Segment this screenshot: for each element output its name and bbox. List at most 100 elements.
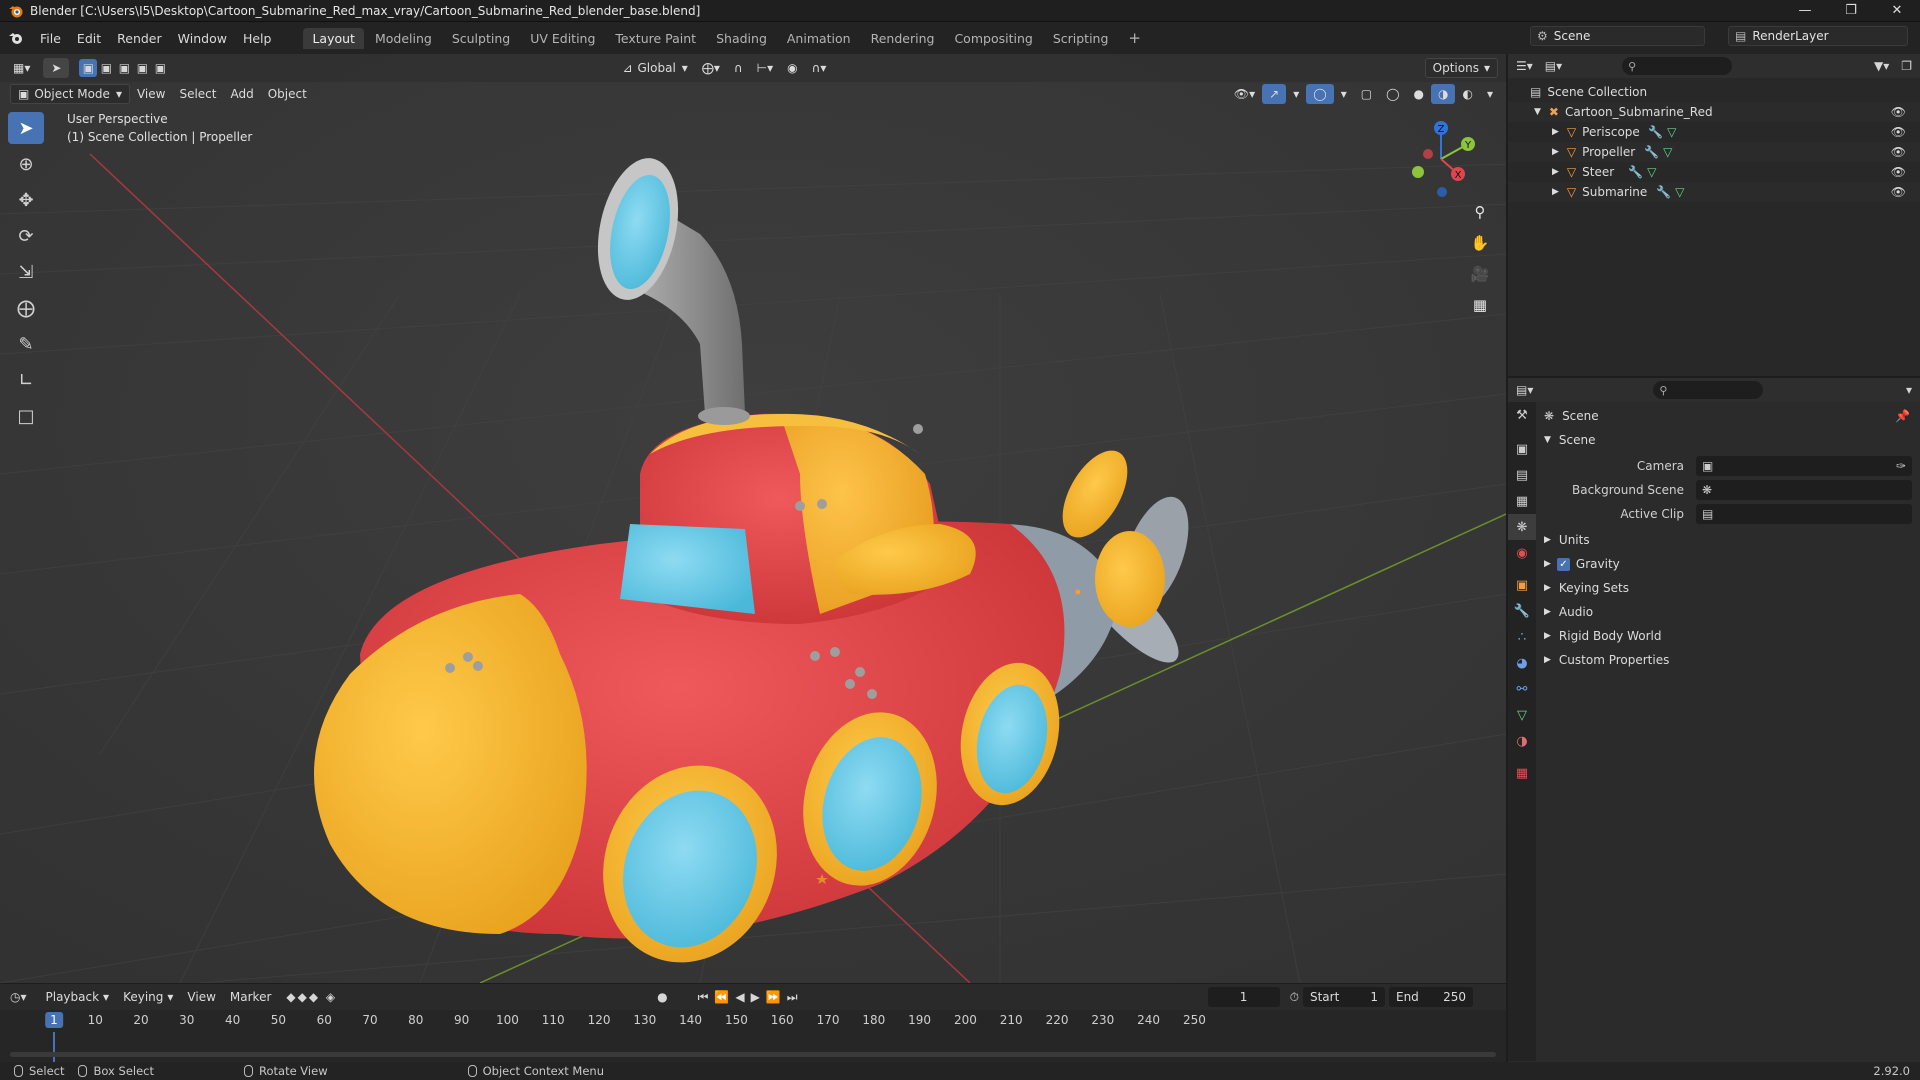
outliner-search-input[interactable]: ⚲ xyxy=(1622,57,1733,75)
pan-hand-icon[interactable]: ✋ xyxy=(1466,229,1494,257)
options-dropdown[interactable]: Options ▾ xyxy=(1424,58,1498,78)
gizmo-toggle[interactable]: ↗ xyxy=(1262,84,1287,104)
tab-particles[interactable]: ∴ xyxy=(1508,624,1536,650)
play-reverse-button[interactable]: ◀ xyxy=(735,990,744,1004)
tab-scene[interactable]: ❋ xyxy=(1508,514,1536,540)
play-button[interactable]: ▶ xyxy=(751,990,760,1004)
jump-end-button[interactable]: ⏭ xyxy=(787,990,798,1005)
new-collection-icon[interactable]: ❐ xyxy=(1901,59,1912,73)
editor-type-button[interactable]: ▦▾ xyxy=(6,58,37,78)
prev-keyframe-button[interactable]: ⏪ xyxy=(714,990,729,1004)
tab-rendering[interactable]: Rendering xyxy=(862,28,944,49)
tab-world[interactable]: ◉ xyxy=(1508,540,1536,566)
menu-file[interactable]: File xyxy=(32,31,69,46)
zoom-icon[interactable]: ⚲ xyxy=(1466,198,1494,226)
snap-target-dropdown[interactable]: ⊢▾ xyxy=(750,58,780,78)
tab-render[interactable]: ▣ xyxy=(1508,436,1536,462)
tab-compositing[interactable]: Compositing xyxy=(945,28,1041,49)
tab-tool[interactable]: ⚒ xyxy=(1508,402,1536,428)
tab-texture-paint[interactable]: Texture Paint xyxy=(606,28,705,49)
box-mode-extend-icon[interactable]: ▣ xyxy=(97,59,115,77)
display-mode-icon[interactable]: ▤▾ xyxy=(1545,59,1562,73)
pin-icon[interactable]: 📌 xyxy=(1895,409,1910,423)
overlays-dropdown[interactable]: ▾ xyxy=(1334,84,1354,104)
proportional-edit-toggle[interactable]: ◉ xyxy=(780,58,804,78)
properties-editor-icon[interactable]: ▤▾ xyxy=(1516,383,1533,397)
visibility-eye-icon[interactable]: 👁 xyxy=(1891,145,1906,159)
timeline-view-menu[interactable]: View xyxy=(180,987,222,1007)
properties-search-input[interactable]: ⚲ xyxy=(1653,381,1764,399)
gizmo-neg-x-handle[interactable] xyxy=(1423,149,1433,159)
tab-output[interactable]: ▤ xyxy=(1508,462,1536,488)
tool-scale[interactable]: ⇲ xyxy=(8,256,44,288)
3d-viewport[interactable]: ▦▾ ➤ ▣ ▣ ▣ ▣ ▣ ⊿ Global ▾ ⨁▾ ∩ ⊢▾ ◉ ∩▾ O… xyxy=(0,54,1506,983)
expand-arrow-icon[interactable]: ▶ xyxy=(1552,187,1559,197)
visibility-eye-icon[interactable]: 👁 xyxy=(1891,185,1906,199)
object-mode-dropdown[interactable]: ▣ Object Mode ▾ xyxy=(10,84,130,104)
visibility-eye-icon[interactable]: 👁 xyxy=(1891,125,1906,139)
tool-annotate[interactable]: ✎ xyxy=(8,328,44,360)
timeline-ruler[interactable]: 1 10 20 30 40 50 60 70 80 90 100 110 120 130 140 150 16… xyxy=(0,1010,1506,1032)
panel-audio[interactable]: ▶ Audio xyxy=(1536,600,1920,624)
stopwatch-icon[interactable]: ⏱ xyxy=(1290,990,1299,1005)
shading-wireframe[interactable]: ◯ xyxy=(1379,84,1406,104)
menu-window[interactable]: Window xyxy=(170,31,235,46)
keyframe-icons[interactable]: ◆◆◆ ◈ xyxy=(286,990,337,1004)
end-frame-field[interactable]: End 250 xyxy=(1388,987,1473,1007)
menu-render[interactable]: Render xyxy=(109,31,170,46)
gravity-checkbox[interactable]: ✓ xyxy=(1556,557,1570,571)
shading-material[interactable]: ◑ xyxy=(1431,84,1456,104)
tab-data[interactable]: ▽ xyxy=(1508,702,1536,728)
tool-move[interactable]: ✥ xyxy=(8,184,44,216)
xray-toggle[interactable]: ▢ xyxy=(1354,84,1379,104)
timeline-scrollbar[interactable] xyxy=(10,1052,1496,1057)
tool-select-box[interactable]: ➤ xyxy=(8,112,44,144)
current-frame-marker[interactable]: 1 xyxy=(45,1012,63,1028)
tool-transform[interactable]: ⨁ xyxy=(8,292,44,324)
panel-scene-header[interactable]: ▼ Scene xyxy=(1536,428,1920,452)
expand-arrow-icon[interactable]: ▼ xyxy=(1534,107,1541,117)
menu-view[interactable]: View xyxy=(130,84,172,104)
close-window-button[interactable]: ✕ xyxy=(1874,0,1920,22)
select-mode-button[interactable]: ➤ xyxy=(43,58,70,78)
tab-modeling[interactable]: Modeling xyxy=(366,28,441,49)
panel-custom-properties[interactable]: ▶ Custom Properties xyxy=(1536,648,1920,672)
blender-menu-icon[interactable] xyxy=(0,30,32,46)
playback-menu[interactable]: Playback ▾ xyxy=(39,987,117,1007)
outliner-row-scene-collection[interactable]: ▤ Scene Collection xyxy=(1508,82,1920,102)
tab-scripting[interactable]: Scripting xyxy=(1044,28,1118,49)
tab-view-layer[interactable]: ▦ xyxy=(1508,488,1536,514)
tab-sculpting[interactable]: Sculpting xyxy=(443,28,519,49)
tab-texture[interactable]: ▦ xyxy=(1508,760,1536,786)
tool-add-cube[interactable]: □ xyxy=(8,400,44,432)
menu-add[interactable]: Add xyxy=(223,84,260,104)
shading-solid[interactable]: ● xyxy=(1407,84,1431,104)
menu-select[interactable]: Select xyxy=(172,84,223,104)
tab-uv-editing[interactable]: UV Editing xyxy=(521,28,604,49)
pivot-point-dropdown[interactable]: ⨁▾ xyxy=(695,58,727,78)
visibility-eye-icon[interactable]: 👁 xyxy=(1891,165,1906,179)
menu-help[interactable]: Help xyxy=(235,31,280,46)
background-scene-field[interactable]: ❋ xyxy=(1696,480,1912,500)
box-mode-invert-icon[interactable]: ▣ xyxy=(133,59,151,77)
start-frame-field[interactable]: Start 1 xyxy=(1302,987,1385,1007)
current-frame-field[interactable]: 1 xyxy=(1207,987,1280,1007)
visibility-dropdown[interactable]: 👁▾ xyxy=(1227,84,1262,104)
camera-field[interactable]: ▣ ✑ xyxy=(1696,456,1912,476)
timeline-scrub-area[interactable] xyxy=(0,1032,1506,1062)
tab-shading[interactable]: Shading xyxy=(707,28,776,49)
eyedropper-icon[interactable]: ✑ xyxy=(1896,459,1906,473)
tab-modifiers[interactable]: 🔧 xyxy=(1508,598,1536,624)
expand-arrow-icon[interactable]: ▶ xyxy=(1552,147,1559,157)
shading-rendered[interactable]: ◐ xyxy=(1455,84,1479,104)
chevron-down-icon[interactable]: ▾ xyxy=(1906,383,1912,397)
snap-toggle[interactable]: ∩ xyxy=(727,58,750,78)
box-mode-subtract-icon[interactable]: ▣ xyxy=(115,59,133,77)
timeline-editor-icon[interactable]: ◷▾ xyxy=(10,990,27,1004)
maximize-button[interactable]: ❐ xyxy=(1828,0,1874,22)
transform-orientation-dropdown[interactable]: ⊿ Global ▾ xyxy=(615,58,694,78)
box-mode-set-icon[interactable]: ▣ xyxy=(79,59,98,77)
outliner-row-steer[interactable]: ▶ ▽ Steer 🔧 ▽ 👁 xyxy=(1508,162,1920,182)
panel-gravity[interactable]: ▶ ✓ Gravity xyxy=(1536,552,1920,576)
keying-menu[interactable]: Keying ▾ xyxy=(116,987,180,1007)
